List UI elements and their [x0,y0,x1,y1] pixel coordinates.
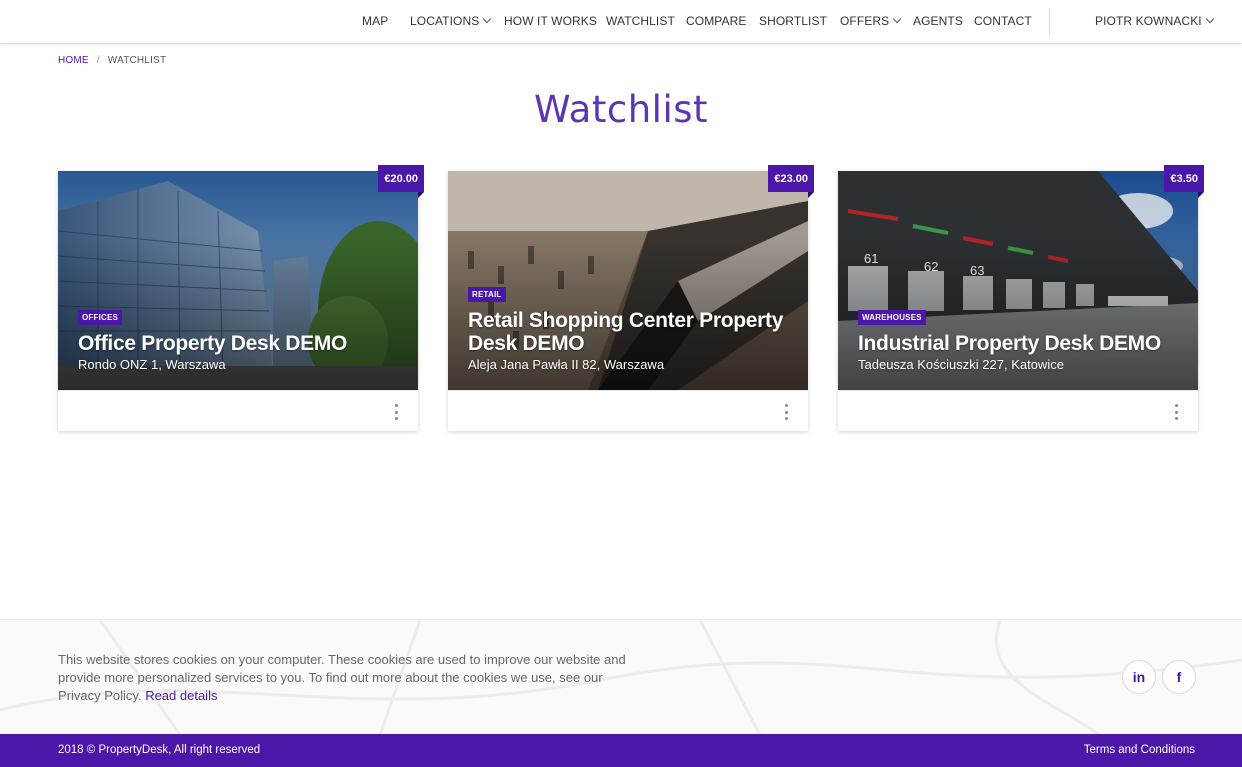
nav-compare[interactable]: COMPARE [686,14,746,28]
nav-contact[interactable]: CONTACT [974,14,1032,28]
terms-link[interactable]: Terms and Conditions [1084,744,1195,756]
nav-watchlist-label: WATCHLIST [606,14,675,28]
price-badge: €20.00 [378,165,424,198]
nav-offers[interactable]: OFFERS [840,14,902,28]
price-badge: €3.50 [1164,165,1204,198]
copyright: 2018 © PropertyDesk, All right reserved [58,744,261,756]
category-tag: WAREHOUSES [858,310,926,325]
card-footer [838,390,1198,431]
card-footer [448,390,808,431]
breadcrumb-home[interactable]: HOME [58,55,89,66]
nav-agents-label: AGENTS [913,14,963,28]
nav-contact-label: CONTACT [974,14,1032,28]
nav-locations-label: LOCATIONS [410,14,480,28]
card-title: Office Property Desk DEMO [78,332,348,355]
property-card-retail[interactable]: €23.00 RETAIL Retail Shopping Center Pro… [448,165,814,431]
breadcrumb-current: WATCHLIST [107,55,167,66]
top-navigation: MAP LOCATIONS HOW IT WORKS WATCHLIST COM… [0,0,1242,44]
bottom-bar: 2018 © PropertyDesk, All right reserved … [0,734,1242,767]
card-address: Tadeusza Kościuszki 227, Katowice [858,357,1064,372]
cookie-notice: This website stores cookies on your comp… [58,651,638,705]
footer: This website stores cookies on your comp… [0,619,1242,734]
linkedin-icon[interactable]: in [1122,660,1156,694]
nav-shortlist[interactable]: SHORTLIST [759,14,827,28]
card-title: Industrial Property Desk DEMO [858,332,1161,355]
chevron-down-icon [893,14,902,24]
nav-offers-label: OFFERS [840,14,890,28]
more-options-icon[interactable] [393,404,399,420]
breadcrumb-separator: / [96,55,100,66]
more-options-icon[interactable] [783,404,789,420]
user-name: PIOTR KOWNACKI [1095,14,1202,28]
nav-compare-label: COMPARE [686,14,747,28]
nav-shortlist-label: SHORTLIST [759,14,828,28]
nav-how-it-works-label: HOW IT WORKS [504,14,597,28]
more-options-icon[interactable] [1173,404,1179,420]
nav-divider [1049,8,1050,35]
property-card-office[interactable]: €20.00 OFFICES Office Property Desk DEMO… [58,165,424,431]
price-badge: €23.00 [768,165,814,198]
property-card-industrial[interactable]: €3.50 WAREHOUSES Industrial Property Des… [838,165,1204,431]
breadcrumb: HOME / WATCHLIST [58,55,166,66]
card-footer [58,390,418,431]
category-tag: RETAIL [468,287,506,302]
nav-map-label: MAP [362,14,389,28]
chevron-down-icon [1205,14,1214,24]
card-address: Aleja Jana Pawła II 82, Warszawa [468,357,665,372]
nav-map[interactable]: MAP [362,14,388,28]
facebook-icon[interactable]: f [1162,660,1196,694]
card-address: Rondo ONZ 1, Warszawa [78,357,226,372]
card-title: Retail Shopping Center Property Desk DEM… [468,309,784,355]
cookie-notice-text: This website stores cookies on your comp… [58,652,626,703]
user-menu[interactable]: PIOTR KOWNACKI [1095,14,1214,28]
page-title: Watchlist [533,88,709,131]
chevron-down-icon [483,14,492,24]
read-details-link[interactable]: Read details [145,688,217,703]
nav-watchlist[interactable]: WATCHLIST [606,14,675,28]
nav-locations[interactable]: LOCATIONS [410,14,492,28]
category-tag: OFFICES [78,310,123,325]
nav-how-it-works[interactable]: HOW IT WORKS [504,14,597,28]
nav-agents[interactable]: AGENTS [913,14,963,28]
